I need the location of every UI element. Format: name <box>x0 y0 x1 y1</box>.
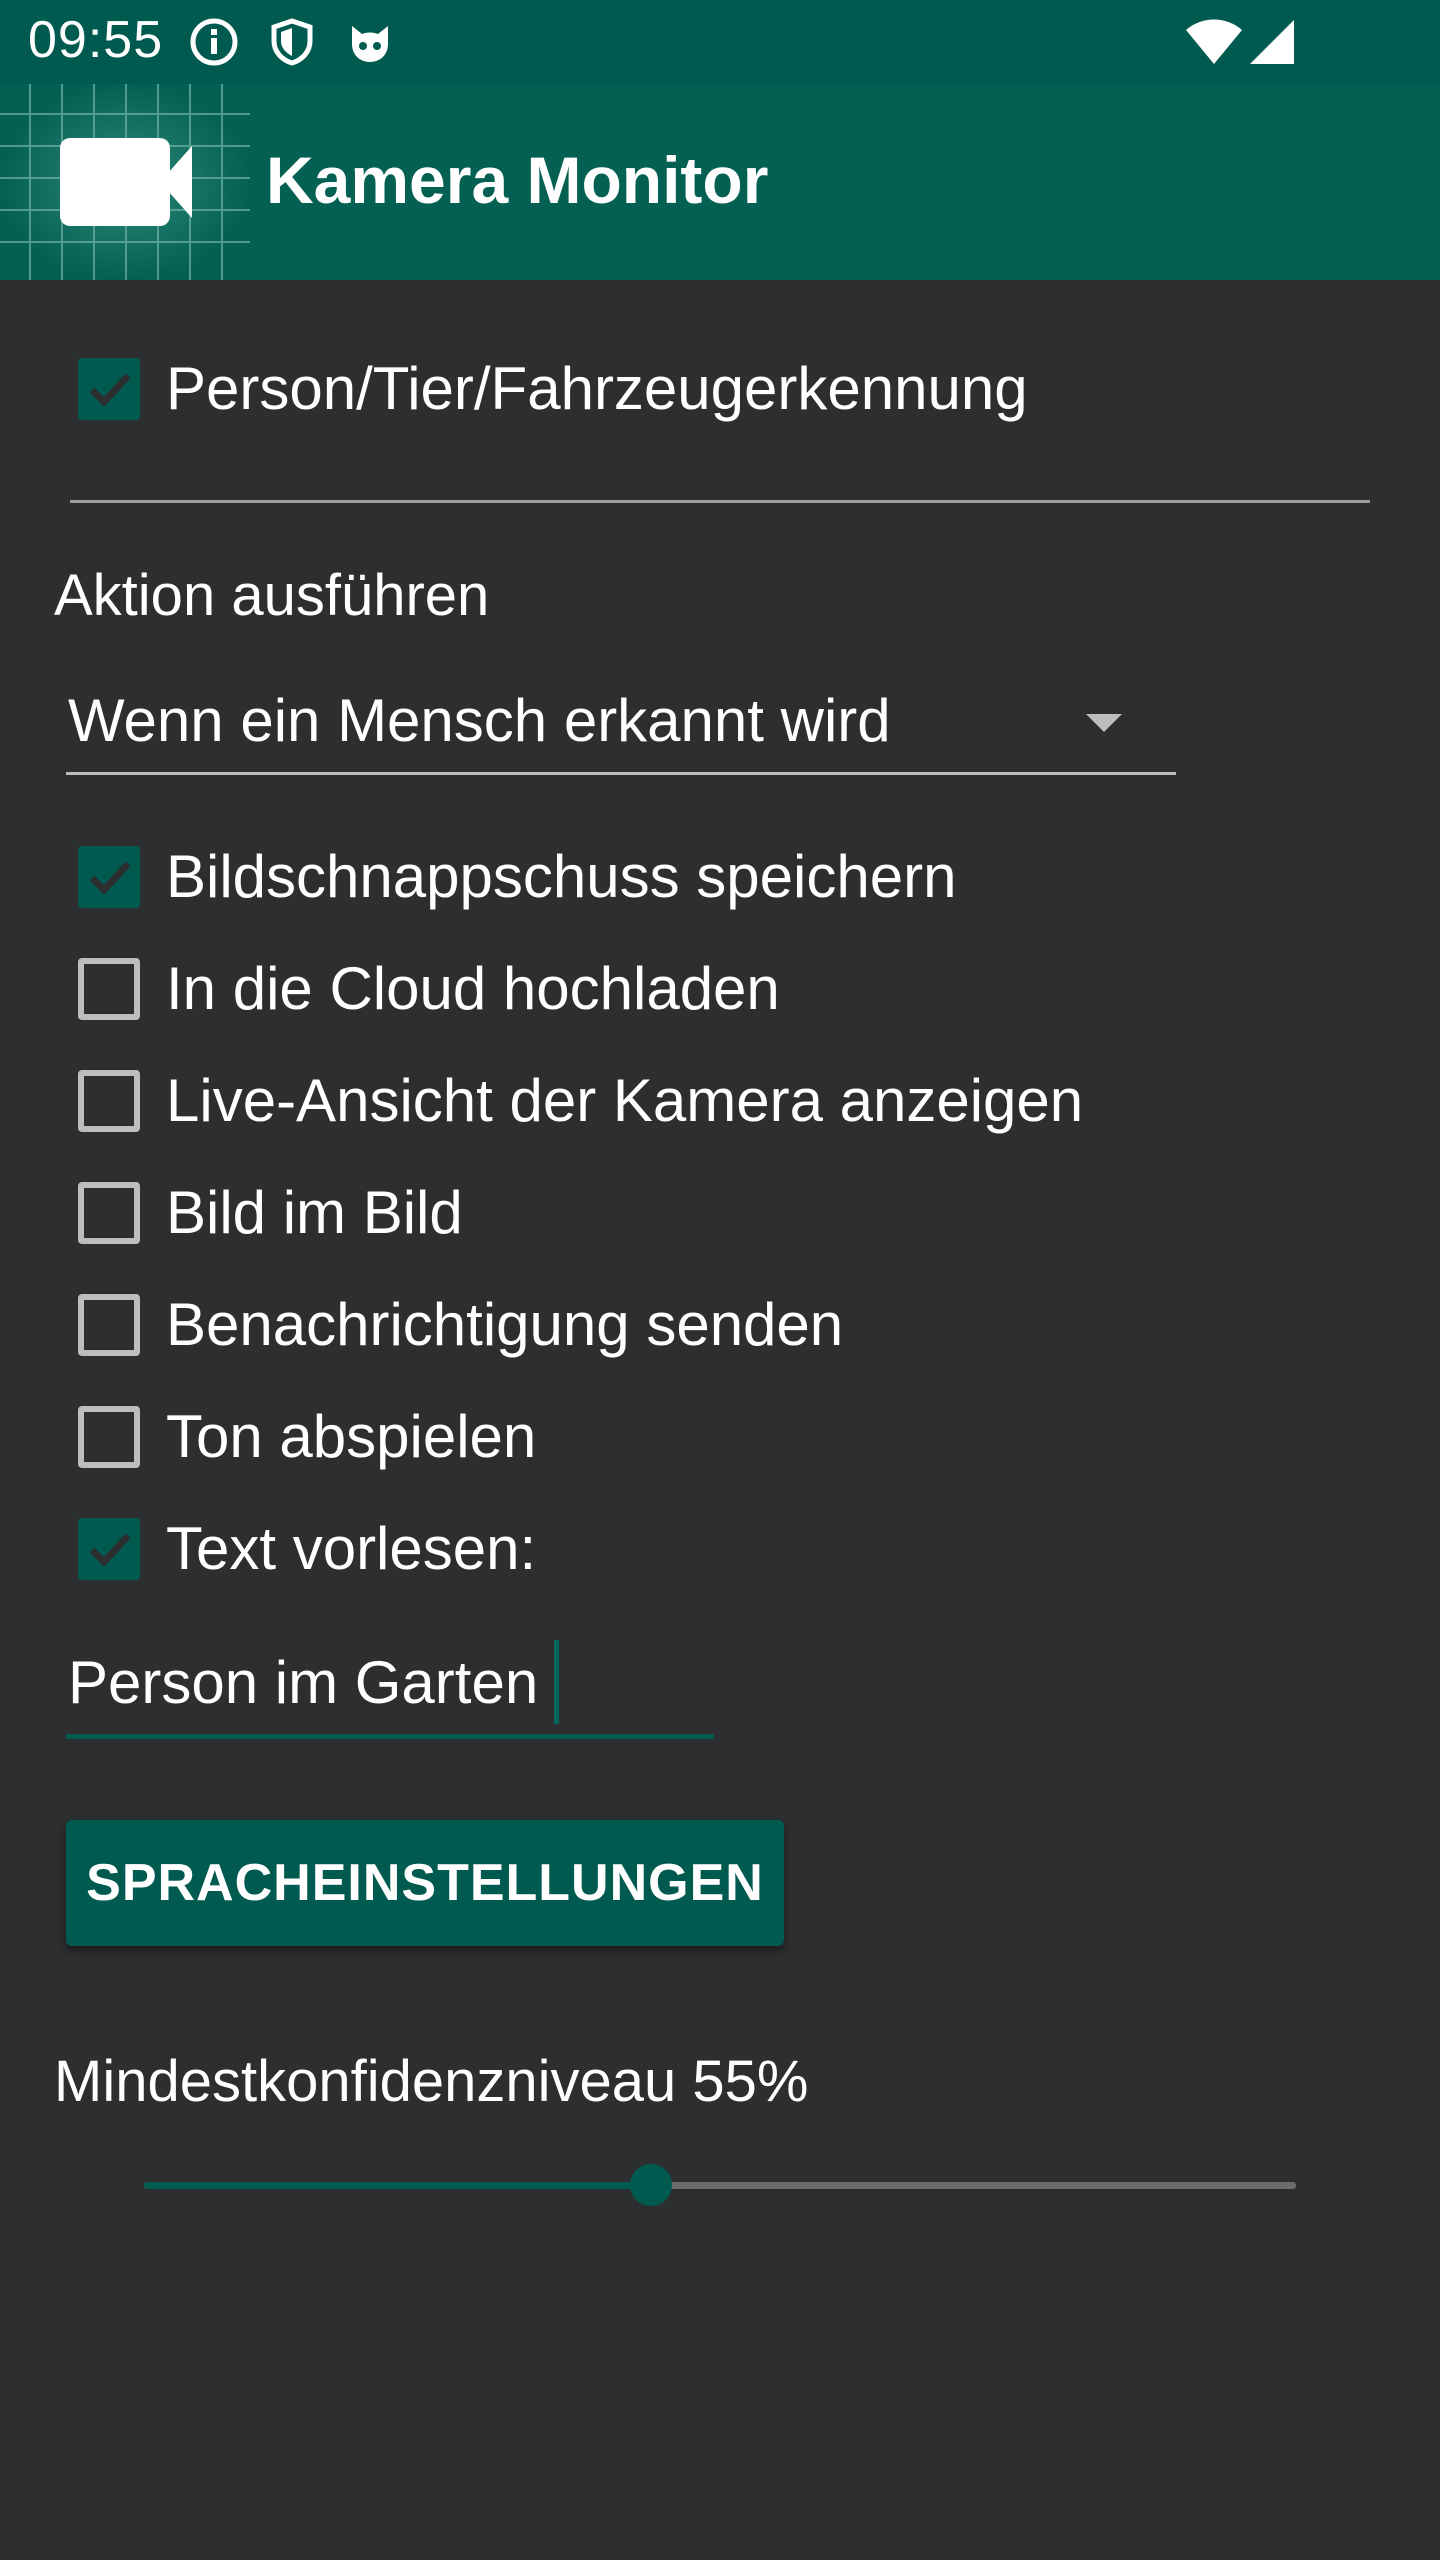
save-snapshot-label: Bildschnappschuss speichern <box>166 843 957 910</box>
confidence-slider[interactable] <box>140 2160 1300 2212</box>
action-section-label: Aktion ausführen <box>54 563 490 628</box>
picture-in-picture-label: Bild im Bild <box>166 1179 463 1246</box>
cloud-upload-checkbox[interactable] <box>78 958 140 1020</box>
signal-icon <box>1250 20 1294 64</box>
action-dropdown-value: Wenn ein Mensch erkannt wird <box>68 687 891 754</box>
status-time: 09:55 <box>28 11 164 69</box>
divider <box>70 500 1370 503</box>
detection-checkbox[interactable] <box>78 358 140 420</box>
read-text-checkbox[interactable] <box>78 1518 140 1580</box>
checkmark-icon <box>89 861 131 896</box>
play-sound-label: Ton abspielen <box>166 1403 537 1470</box>
cat-icon <box>352 26 388 62</box>
confidence-label: Mindestkonfidenzniveau 55% <box>54 2049 809 2114</box>
shield-icon <box>271 18 313 66</box>
dropdown-underline <box>66 772 1176 775</box>
send-notification-label: Benachrichtigung senden <box>166 1291 844 1358</box>
info-icon <box>190 18 238 66</box>
speech-text-input[interactable]: Person im Garten <box>66 1636 714 1740</box>
app-title: Kamera Monitor <box>266 143 769 217</box>
checkmark-icon <box>89 1533 131 1568</box>
speech-text-value: Person im Garten <box>68 1649 539 1716</box>
detection-label: Person/Tier/Fahrzeugerkennung <box>166 355 1028 422</box>
input-underline <box>66 1734 714 1739</box>
slider-track-filled <box>144 2182 651 2189</box>
status-bar: 09:55 <box>0 0 1440 84</box>
text-caret <box>554 1640 559 1724</box>
save-snapshot-checkbox[interactable] <box>78 846 140 908</box>
app-bar: Kamera Monitor <box>0 84 1440 280</box>
action-dropdown[interactable]: Wenn ein Mensch erkannt wird <box>66 676 1176 776</box>
live-view-checkbox[interactable] <box>78 1070 140 1132</box>
screen: 09:55 Kamera Monitor Person/Tier/Fahrzeu… <box>0 0 1440 2560</box>
dropdown-arrow-icon <box>1086 714 1122 732</box>
checkmark-icon <box>89 373 131 408</box>
play-sound-checkbox[interactable] <box>78 1406 140 1468</box>
read-text-label: Text vorlesen: <box>166 1515 537 1582</box>
send-notification-checkbox[interactable] <box>78 1294 140 1356</box>
wifi-icon <box>1186 19 1242 64</box>
cloud-upload-label: In die Cloud hochladen <box>166 955 780 1022</box>
speech-settings-button[interactable]: SPRACHEINSTELLUNGEN <box>66 1820 784 1946</box>
slider-thumb[interactable] <box>629 2164 672 2206</box>
live-view-label: Live-Ansicht der Kamera anzeigen <box>166 1067 1084 1134</box>
video-camera-icon <box>0 84 250 280</box>
picture-in-picture-checkbox[interactable] <box>78 1182 140 1244</box>
